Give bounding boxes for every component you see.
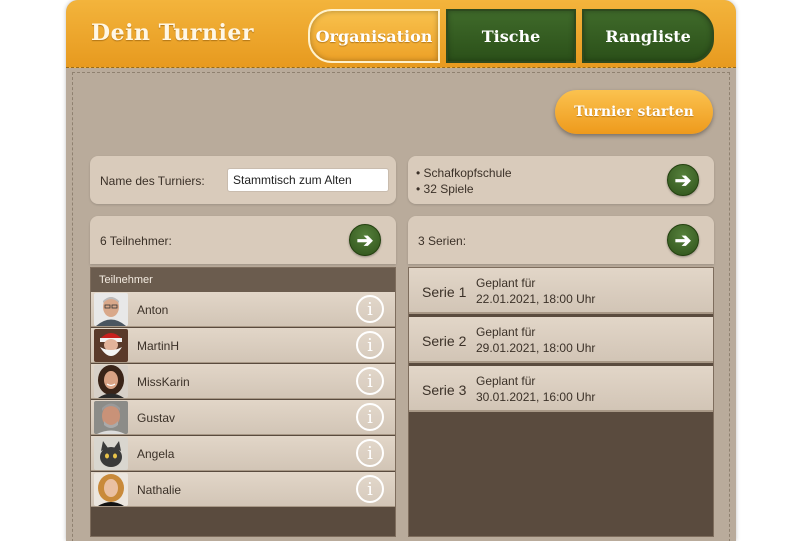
app-title: Dein Turnier (91, 20, 254, 46)
participant-name: MissKarin (137, 375, 190, 389)
avatar (94, 473, 128, 506)
participants-arrow-button[interactable]: ➔ (349, 224, 381, 256)
participant-row-nathalie[interactable]: Nathalie i (91, 472, 395, 507)
series-arrow-button[interactable]: ➔ (667, 224, 699, 256)
tab-rangliste[interactable]: Rangliste (582, 9, 714, 63)
participant-row-misskarin[interactable]: MissKarin i (91, 364, 395, 399)
participant-name: Nathalie (137, 483, 182, 497)
start-tournament-button[interactable]: Turnier starten (555, 90, 713, 134)
series-name: Serie 1 (422, 284, 467, 300)
series-datetime: 30.01.2021, 16:00 Uhr (476, 390, 596, 404)
participant-row-angela[interactable]: Angela i (91, 436, 395, 471)
top-bar: Dein Turnier Organisation Tische Ranglis… (66, 0, 736, 68)
series-row-1[interactable]: Serie 1 Geplant für 22.01.2021, 18:00 Uh… (409, 268, 713, 314)
info-icon[interactable]: i (356, 403, 384, 431)
tournament-settings-arrow-button[interactable]: ➔ (667, 164, 699, 196)
avatar (94, 329, 128, 362)
info-icon[interactable]: i (356, 331, 384, 359)
tournament-name-input[interactable] (227, 168, 389, 192)
arrow-right-icon: ➔ (674, 169, 692, 192)
series-count: 3 Serien: (418, 234, 467, 248)
series-datetime: 29.01.2021, 18:00 Uhr (476, 341, 596, 355)
participant-name: Gustav (137, 411, 176, 425)
series-header-panel: 3 Serien: ➔ (408, 216, 714, 264)
avatar (94, 293, 128, 326)
series-planned-label: Geplant für (476, 374, 536, 388)
participants-list[interactable]: Teilnehmer Anton i MartinH i MissKarin i… (90, 267, 396, 537)
participant-name: Anton (137, 303, 169, 317)
tournament-name-panel: Name des Turniers: (90, 156, 396, 204)
series-row-2[interactable]: Serie 2 Geplant für 29.01.2021, 18:00 Uh… (409, 317, 713, 363)
participant-row-anton[interactable]: Anton i (91, 292, 395, 327)
avatar (94, 401, 128, 434)
participant-name: Angela (137, 447, 175, 461)
info-icon[interactable]: i (356, 295, 384, 323)
series-planned-label: Geplant für (476, 325, 536, 339)
app-frame: Dein Turnier Organisation Tische Ranglis… (66, 0, 736, 541)
series-name: Serie 3 (422, 382, 467, 398)
info-icon[interactable]: i (356, 439, 384, 467)
avatar (94, 437, 128, 470)
info-line-mode: • Schafkopfschule (416, 166, 512, 180)
tab-organisation[interactable]: Organisation (308, 9, 440, 63)
series-list[interactable]: Serie 1 Geplant für 22.01.2021, 18:00 Uh… (408, 267, 714, 537)
participants-header-panel: 6 Teilnehmer: ➔ (90, 216, 396, 264)
tournament-info-panel: • Schafkopfschule • 32 Spiele ➔ (408, 156, 714, 204)
participants-column-header: Teilnehmer (91, 268, 395, 292)
participant-row-gustav[interactable]: Gustav i (91, 400, 395, 435)
participant-name: MartinH (137, 339, 180, 353)
series-planned-label: Geplant für (476, 276, 536, 290)
series-datetime: 22.01.2021, 18:00 Uhr (476, 292, 596, 306)
series-row-3[interactable]: Serie 3 Geplant für 30.01.2021, 16:00 Uh… (409, 366, 713, 412)
participants-count: 6 Teilnehmer: (100, 234, 172, 248)
arrow-right-icon: ➔ (356, 229, 374, 252)
info-line-games: • 32 Spiele (416, 182, 474, 196)
arrow-right-icon: ➔ (674, 229, 692, 252)
info-icon[interactable]: i (356, 367, 384, 395)
participant-row-martinh[interactable]: MartinH i (91, 328, 395, 363)
tab-tische[interactable]: Tische (446, 9, 576, 63)
tournament-name-label: Name des Turniers: (100, 174, 205, 188)
avatar (94, 365, 128, 398)
info-icon[interactable]: i (356, 475, 384, 503)
series-name: Serie 2 (422, 333, 467, 349)
